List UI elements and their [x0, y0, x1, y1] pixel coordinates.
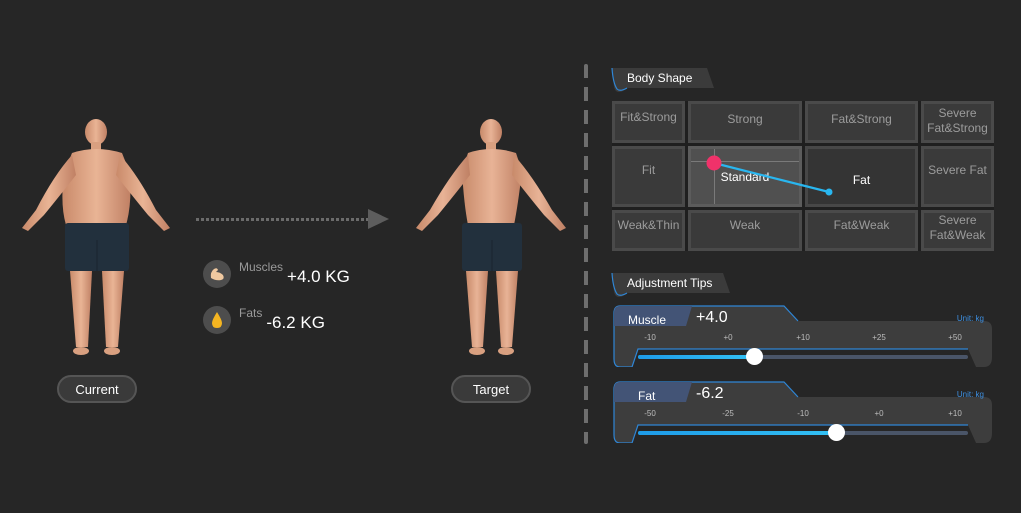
body-shape-grid: Fit&Strong Strong Fat&Strong Severe Fat&…	[612, 101, 994, 251]
shape-cell-weak[interactable]: Weak	[688, 210, 802, 251]
shape-cell-label: Severe Fat	[928, 163, 987, 177]
shape-cell-severe-fat-weak[interactable]: Severe Fat&Weak	[921, 210, 994, 251]
transition-arrow-line	[196, 218, 368, 221]
shape-cell-severe-fat[interactable]: Severe Fat	[921, 146, 994, 207]
muscle-tick: +25	[872, 333, 886, 342]
muscle-unit-label: Unit: kg	[956, 314, 984, 323]
shape-cell-fit[interactable]: Fit	[612, 146, 685, 207]
crosshair-vertical	[714, 149, 715, 204]
shape-cell-label: Severe Fat&Strong	[927, 106, 988, 135]
muscle-tick: +10	[796, 333, 810, 342]
shape-cell-label: Weak&Thin	[617, 218, 680, 232]
fat-slider-panel: Fat -6.2 Unit: kg -50 -25 -10 +0 +10	[612, 381, 994, 443]
shape-cell-fat[interactable]: Fat	[805, 146, 918, 207]
fat-tick-labels: -50 -25 -10 +0 +10	[632, 409, 982, 419]
shape-cell-label: Severe Fat&Weak	[929, 213, 986, 242]
shape-cell-strong[interactable]: Strong	[688, 101, 802, 143]
fat-change-label: Fats	[239, 306, 263, 320]
fat-drop-icon	[203, 306, 231, 334]
fat-slider-label: Fat	[638, 389, 656, 403]
muscle-slider-thumb[interactable]	[745, 348, 763, 365]
muscle-tick-labels: -10 +0 +10 +25 +50	[632, 333, 982, 343]
fat-slider-track[interactable]	[638, 424, 968, 441]
flexed-arm-icon	[203, 260, 231, 288]
fat-tick: -50	[644, 409, 656, 418]
shape-cell-label: Fit	[641, 163, 656, 177]
fat-slider-thumb[interactable]	[828, 424, 845, 441]
fat-tick: -25	[722, 409, 734, 418]
muscle-change: Muscles +4.0 KG	[203, 260, 350, 288]
muscle-slider-value: +4.0	[696, 309, 728, 326]
shape-cell-label: Strong	[727, 112, 763, 126]
muscle-tick: -10	[644, 333, 656, 342]
target-body-image	[416, 119, 566, 355]
shape-cell-label: Fit&Strong	[620, 110, 677, 124]
muscle-tick: +0	[723, 333, 733, 342]
fat-unit-label: Unit: kg	[956, 390, 984, 399]
target-body-model	[406, 115, 576, 365]
adjustment-tips-section-title: Adjustment Tips	[611, 272, 731, 297]
fat-tick: -10	[797, 409, 809, 418]
muscle-tick: +50	[948, 333, 962, 342]
current-body-image	[22, 119, 170, 355]
muscle-change-label: Muscles	[239, 260, 284, 274]
fat-slider-fill	[638, 431, 836, 435]
muscle-slider-panel: Muscle +4.0 Unit: kg -10 +0 +10 +25 +50	[612, 305, 994, 367]
shape-cell-weak-thin[interactable]: Weak&Thin	[612, 210, 685, 251]
panel-divider	[584, 64, 588, 444]
adjustment-tips-title: Adjustment Tips	[627, 276, 713, 290]
shape-cell-label: Standard	[720, 170, 770, 184]
shape-cell-label: Fat	[852, 173, 871, 187]
body-shape-section-title: Body Shape	[611, 67, 715, 92]
arrow-right-icon	[368, 209, 389, 229]
crosshair-horizontal	[691, 161, 799, 162]
shape-cell-label: Fat&Strong	[831, 112, 892, 126]
fat-change: Fats -6.2 KG	[203, 306, 325, 334]
fat-slider-value: -6.2	[696, 385, 724, 402]
fat-tick: +0	[874, 409, 884, 418]
body-shape-title: Body Shape	[627, 71, 693, 85]
shape-cell-fat-strong[interactable]: Fat&Strong	[805, 101, 918, 143]
shape-cell-fat-weak[interactable]: Fat&Weak	[805, 210, 918, 251]
muscle-slider-fill	[638, 355, 754, 359]
muscle-change-value: +4.0 KG	[287, 267, 350, 286]
current-button[interactable]: Current	[57, 375, 137, 403]
muscle-slider-track[interactable]	[638, 348, 968, 365]
fat-tick: +10	[948, 409, 962, 418]
current-button-label: Current	[75, 381, 119, 397]
shape-cell-standard[interactable]: Standard	[688, 146, 802, 207]
fat-change-value: -6.2 KG	[266, 313, 325, 332]
shape-cell-label: Fat&Weak	[833, 218, 890, 232]
shape-cell-label: Weak	[729, 218, 761, 232]
shape-cell-fit-strong[interactable]: Fit&Strong	[612, 101, 685, 143]
current-body-model	[14, 115, 184, 365]
target-button[interactable]: Target	[451, 375, 531, 403]
muscle-slider-label: Muscle	[628, 313, 667, 327]
target-button-label: Target	[472, 381, 510, 397]
shape-cell-severe-fat-strong[interactable]: Severe Fat&Strong	[921, 101, 994, 143]
